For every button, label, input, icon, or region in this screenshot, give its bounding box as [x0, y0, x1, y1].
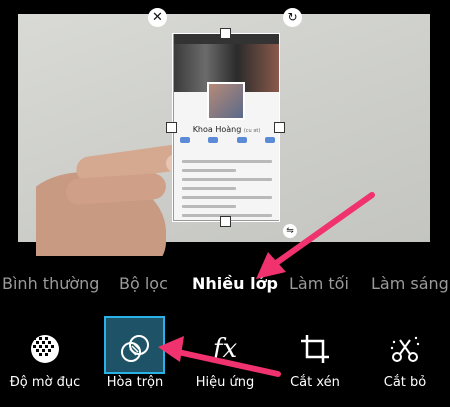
tool-bar: Độ mờ đục Hòa trộn fx Hiệu ứng Cắt xén C… — [0, 312, 450, 407]
tool-crop-label: Cắt xén — [290, 375, 340, 390]
tool-blend[interactable]: Hòa trộn — [90, 312, 180, 407]
tab-darken[interactable]: Làm tối — [289, 274, 349, 293]
selection-frame[interactable] — [172, 33, 280, 222]
tool-effects-label: Hiệu ứng — [195, 375, 255, 390]
tab-normal[interactable]: Bình thường — [2, 274, 99, 293]
cutout-icon — [388, 332, 422, 366]
flip-icon[interactable]: ⇋ — [283, 224, 297, 238]
rotate-icon[interactable]: ↻ — [283, 8, 302, 27]
tool-blend-label: Hòa trộn — [106, 375, 164, 390]
tool-opacity-label: Độ mờ đục — [9, 375, 81, 390]
editor-canvas[interactable]: Khoa Hoàng (cu ət) ✕ ↻ ⇋ — [0, 0, 450, 256]
resize-handle-bottom[interactable] — [220, 216, 231, 227]
blend-icon — [118, 332, 152, 366]
tool-crop[interactable]: Cắt xén — [270, 312, 360, 407]
crop-icon — [298, 332, 332, 366]
tab-lighten[interactable]: Làm sáng — [371, 274, 449, 293]
tool-effects[interactable]: fx Hiệu ứng — [180, 312, 270, 407]
resize-handle-top[interactable] — [220, 28, 231, 39]
tab-filter[interactable]: Bộ lọc — [119, 274, 168, 293]
resize-handle-right[interactable] — [274, 122, 285, 133]
close-icon[interactable]: ✕ — [148, 8, 167, 27]
fx-icon: fx — [212, 334, 238, 364]
tool-cutout[interactable]: Cắt bỏ — [360, 312, 450, 407]
resize-handle-left[interactable] — [166, 122, 177, 133]
opacity-icon — [28, 332, 62, 366]
tab-multiply[interactable]: Nhiều lớp — [192, 274, 278, 293]
blend-mode-tabs: Bình thường Bộ lọc Nhiều lớp Làm tối Làm… — [0, 263, 450, 305]
tool-cutout-label: Cắt bỏ — [383, 375, 427, 390]
tool-opacity[interactable]: Độ mờ đục — [0, 312, 90, 407]
